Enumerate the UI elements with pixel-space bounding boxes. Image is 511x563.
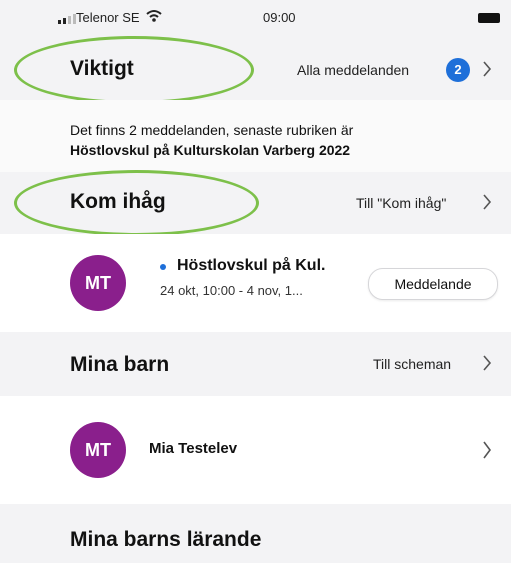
chevron-right-icon xyxy=(483,355,492,371)
all-messages-label: Alla meddelanden xyxy=(297,62,410,78)
chevron-right-icon xyxy=(483,61,492,77)
avatar: MT xyxy=(70,255,126,311)
highlight-oval-kom-ihag xyxy=(14,170,259,236)
remember-link-label: Till "Kom ihåg" xyxy=(356,195,447,211)
highlight-oval-viktigt xyxy=(14,36,254,104)
remember-item-title: Höstlovskul på Kul. xyxy=(177,257,326,274)
unread-count-badge: 2 xyxy=(446,58,470,82)
avatar: MT xyxy=(70,422,126,478)
important-summary-line1: Det finns 2 meddelanden, senaste rubrike… xyxy=(70,122,354,138)
schedules-link-label: Till scheman xyxy=(373,356,452,372)
child-row[interactable]: MT Mia Testelev xyxy=(0,396,511,504)
important-summary-line2: Höstlovskul på Kulturskolan Varberg 2022 xyxy=(70,142,351,158)
status-bar: Telenor SE 09:00 xyxy=(0,0,511,38)
chevron-right-icon xyxy=(483,441,491,459)
remember-item[interactable]: MT Höstlovskul på Kul. 24 okt, 10:00 - 4… xyxy=(0,234,511,332)
chevron-right-icon xyxy=(483,194,492,210)
important-summary-card[interactable]: Det finns 2 meddelanden, senaste rubrike… xyxy=(0,100,511,172)
unread-dot-icon xyxy=(160,264,166,270)
status-clock: 09:00 xyxy=(263,10,296,25)
children-title: Mina barn xyxy=(70,353,170,376)
remember-item-subtitle: 24 okt, 10:00 - 4 nov, 1... xyxy=(160,283,303,298)
children-section-header: Mina barn Till scheman xyxy=(0,332,511,396)
learning-section-header: Mina barns lärande xyxy=(0,504,511,563)
child-name: Mia Testelev xyxy=(149,440,238,457)
battery-icon xyxy=(478,13,500,23)
carrier-name: Telenor SE xyxy=(76,10,140,25)
wifi-icon xyxy=(146,10,162,22)
signal-strength-icon xyxy=(58,14,76,24)
learning-title: Mina barns lärande xyxy=(70,528,262,551)
message-button[interactable]: Meddelande xyxy=(368,268,498,300)
